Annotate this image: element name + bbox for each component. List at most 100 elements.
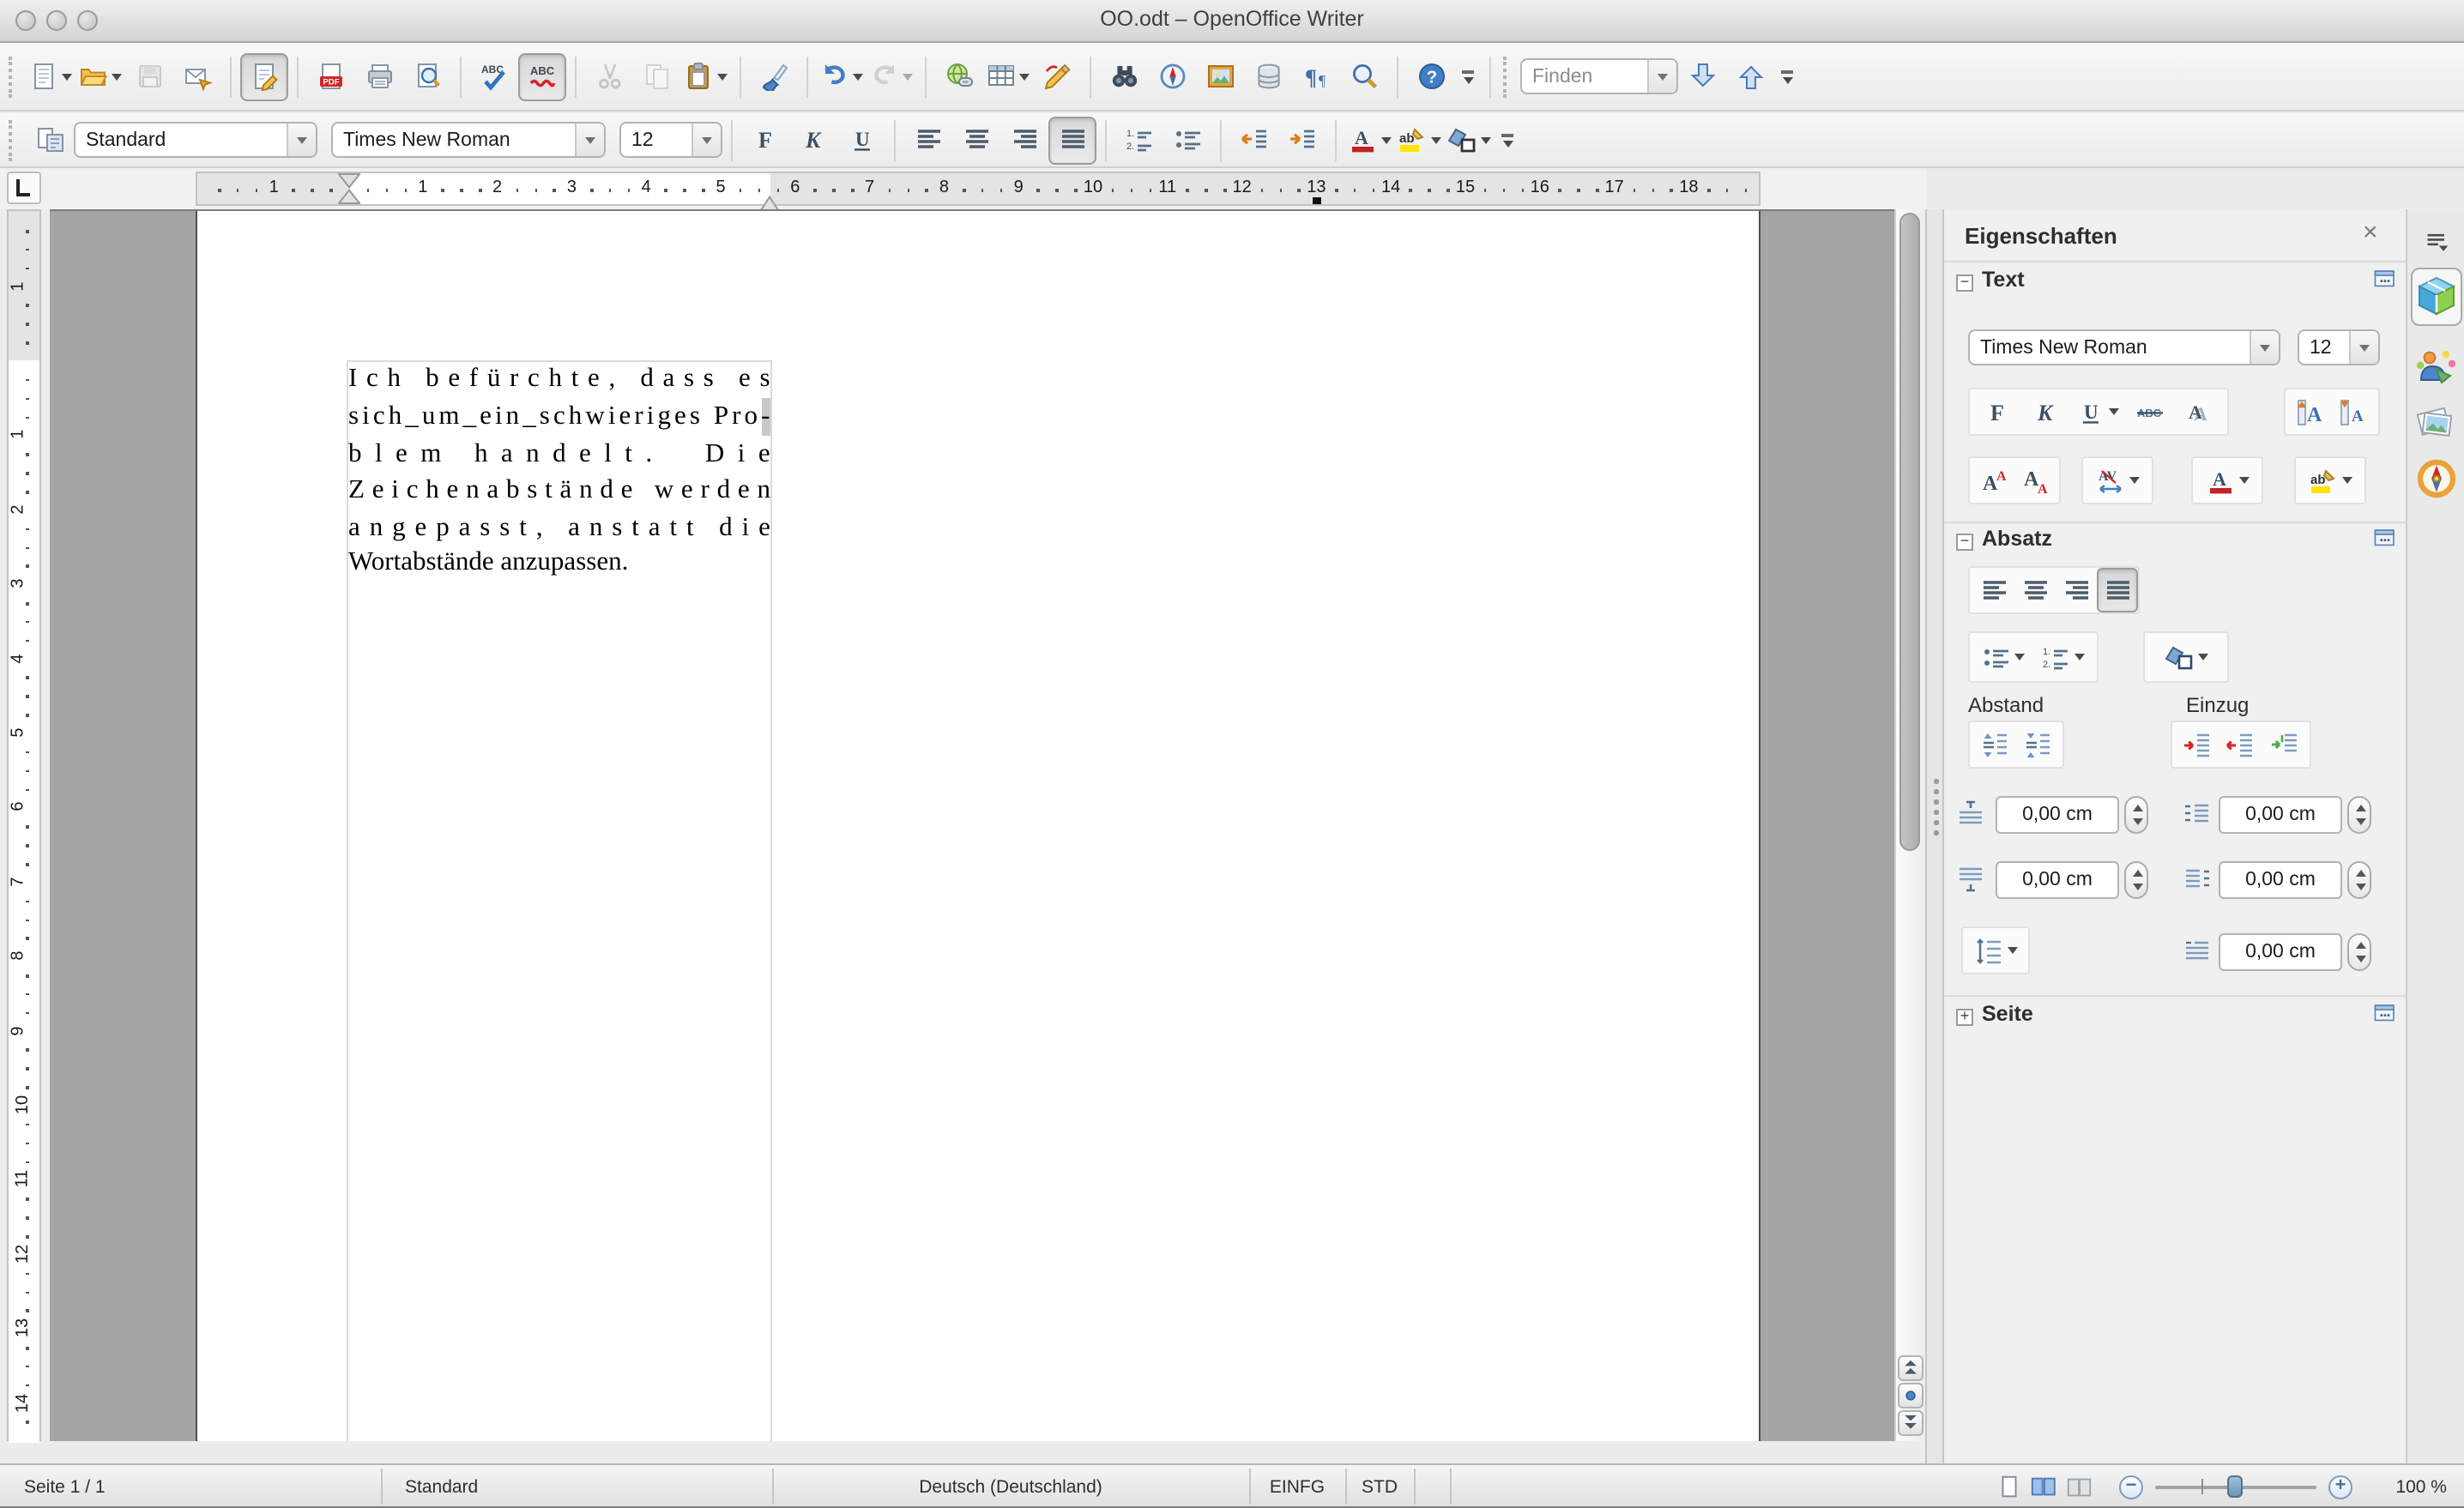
font-name-combo-dropdown-icon[interactable] bbox=[575, 124, 604, 156]
change-case-button[interactable]: AA bbox=[2178, 389, 2219, 434]
zoom-in-button[interactable]: + bbox=[2328, 1475, 2352, 1499]
grow-font-button[interactable]: A bbox=[2290, 389, 2331, 434]
paste-button[interactable] bbox=[681, 52, 731, 100]
document-text[interactable]: Ich befürchte, dass e s s i c h _ u m _ e i n _ s c h w i e… bbox=[348, 360, 770, 585]
nav-dot-button[interactable] bbox=[1898, 1383, 1923, 1408]
italic-button[interactable]: K bbox=[789, 116, 837, 164]
spacing-decrease-button[interactable] bbox=[2017, 722, 2058, 767]
new-document-button[interactable] bbox=[26, 52, 75, 100]
ordered-list-button[interactable]: 1. 2. bbox=[1115, 116, 1163, 164]
collapse-section-icon[interactable]: − bbox=[1956, 274, 1973, 292]
spacing-above-spinner[interactable] bbox=[2124, 796, 2148, 834]
sidebar-tab-properties-cube[interactable] bbox=[2414, 274, 2459, 319]
send-email-button[interactable] bbox=[173, 52, 221, 100]
toolbar-overflow-button[interactable] bbox=[1781, 69, 1793, 83]
bold-button[interactable]: F bbox=[1978, 389, 2019, 434]
document-page[interactable]: Ich befürchte, dass e s s i c h _ u m _ e i n _ s c h w i e… bbox=[196, 211, 1760, 1441]
sidebar-tab-navigator-compass[interactable] bbox=[2414, 456, 2459, 501]
unordered-list-dropdown-icon[interactable] bbox=[2014, 654, 2025, 661]
view-single-page-button[interactable] bbox=[1994, 1465, 2025, 1508]
data-sources-button[interactable] bbox=[1244, 52, 1292, 100]
font-size-combo[interactable]: 12 bbox=[619, 122, 722, 158]
status-selection-mode[interactable]: STD bbox=[1345, 1465, 1414, 1508]
redo-button[interactable] bbox=[867, 52, 916, 100]
edit-file-button[interactable] bbox=[240, 52, 288, 100]
indent-after-field[interactable]: 0,00 cm bbox=[2219, 861, 2342, 899]
sidebar-splitter[interactable] bbox=[1925, 209, 1944, 1463]
view-multi-page-button[interactable] bbox=[2028, 1465, 2059, 1508]
spelling-button[interactable]: ABC bbox=[470, 52, 518, 100]
draw-functions-button[interactable] bbox=[1033, 52, 1081, 100]
align-left-button[interactable] bbox=[904, 116, 952, 164]
highlight-color-dropdown-icon[interactable] bbox=[2341, 477, 2352, 484]
align-center-button[interactable] bbox=[2014, 568, 2056, 612]
toolbar-overflow-button[interactable] bbox=[1501, 133, 1513, 147]
background-color-button[interactable] bbox=[1445, 116, 1495, 164]
dialog-launcher-button[interactable] bbox=[2373, 268, 2397, 300]
underline-dropdown-icon[interactable] bbox=[2109, 408, 2120, 415]
auto-spellcheck-button[interactable]: ABC bbox=[518, 52, 566, 100]
find-input[interactable]: Finden bbox=[1520, 58, 1678, 94]
find-replace-button[interactable] bbox=[1100, 52, 1148, 100]
align-right-button[interactable] bbox=[2056, 568, 2097, 612]
view-book-button[interactable] bbox=[2064, 1465, 2095, 1508]
zoom-out-button[interactable]: − bbox=[2119, 1475, 2143, 1499]
underline-button[interactable]: U bbox=[837, 116, 885, 164]
styles-button[interactable] bbox=[26, 116, 74, 164]
font-color-button[interactable]: A bbox=[1345, 116, 1395, 164]
align-right-button[interactable] bbox=[1000, 116, 1048, 164]
area-fill-dropdown-icon[interactable] bbox=[2197, 654, 2207, 661]
zoom-button[interactable] bbox=[1340, 52, 1388, 100]
open-button[interactable] bbox=[75, 52, 125, 100]
font-name-combo[interactable]: Times New Roman bbox=[331, 122, 606, 158]
horizontal-ruler[interactable]: 1 1 2 3 4 5 6 7 8 9 10 11 12 13 14 15 16 17 18 bbox=[196, 172, 1760, 211]
font-color-dropdown-icon[interactable] bbox=[1381, 136, 1392, 143]
undo-dropdown-icon[interactable] bbox=[853, 73, 863, 80]
export-pdf-button[interactable]: PDF bbox=[307, 52, 355, 100]
sidebar-tab-gallery-photos[interactable] bbox=[2414, 401, 2459, 446]
status-page-style[interactable]: Standard bbox=[381, 1465, 748, 1508]
sidebar-font-size-combo[interactable]: 12 bbox=[2298, 329, 2380, 365]
bold-button[interactable]: F bbox=[741, 116, 789, 164]
cut-button[interactable] bbox=[585, 52, 633, 100]
sidebar-font-name-combo[interactable]: Times New Roman bbox=[1968, 329, 2280, 365]
status-language[interactable]: Deutsch (Deutschland) bbox=[772, 1465, 1249, 1508]
status-page-count[interactable]: Seite 1 / 1 bbox=[0, 1465, 384, 1508]
dialog-launcher-button[interactable] bbox=[2373, 1002, 2397, 1034]
font-size-combo-dropdown-icon[interactable] bbox=[691, 124, 721, 156]
paragraph-style-combo-dropdown-icon[interactable] bbox=[287, 124, 316, 156]
nav-previous-button[interactable] bbox=[1898, 1355, 1923, 1381]
line-spacing-dropdown-icon[interactable] bbox=[2007, 947, 2017, 954]
area-fill-button[interactable] bbox=[2163, 635, 2209, 679]
dialog-launcher-button[interactable] bbox=[2373, 527, 2397, 559]
font-color-dropdown-icon[interactable] bbox=[2238, 477, 2249, 484]
align-left-button[interactable] bbox=[1973, 568, 2014, 612]
left-indent-marker[interactable] bbox=[335, 173, 361, 213]
page-preview-button[interactable] bbox=[403, 52, 451, 100]
font-color-button[interactable]: A bbox=[2204, 458, 2250, 503]
hanging-indent-button[interactable] bbox=[2264, 722, 2305, 767]
ordered-list-button[interactable]: 1. 2. bbox=[2040, 635, 2087, 679]
indent-before-spinner[interactable] bbox=[2347, 796, 2371, 834]
find-up-button[interactable] bbox=[1726, 52, 1774, 100]
new-document-dropdown-icon[interactable] bbox=[62, 73, 72, 80]
open-dropdown-icon[interactable] bbox=[112, 73, 122, 80]
sidebar-menu-button[interactable] bbox=[2414, 220, 2459, 264]
table-dropdown-icon[interactable] bbox=[1019, 73, 1030, 80]
status-zoom-level[interactable]: 100 % bbox=[2364, 1465, 2447, 1508]
save-button[interactable] bbox=[125, 52, 173, 100]
nav-next-button[interactable] bbox=[1898, 1410, 1923, 1436]
sidebar-font-name-combo-dropdown-icon[interactable] bbox=[2250, 331, 2279, 364]
table-button[interactable] bbox=[983, 52, 1033, 100]
paste-dropdown-icon[interactable] bbox=[717, 73, 728, 80]
hyperlink-button[interactable] bbox=[935, 52, 983, 100]
shrink-font-button[interactable]: A bbox=[2333, 389, 2374, 434]
help-button[interactable]: ? bbox=[1407, 52, 1455, 100]
print-button[interactable] bbox=[355, 52, 403, 100]
tab-stop-type-selector[interactable] bbox=[7, 172, 41, 204]
find-input-dropdown-icon[interactable] bbox=[1647, 60, 1676, 93]
superscript-button[interactable]: AA bbox=[1973, 458, 2014, 503]
spacing-above-field[interactable]: 0,00 cm bbox=[1996, 796, 2119, 834]
highlight-color-button[interactable]: ab bbox=[1395, 116, 1445, 164]
find-down-button[interactable] bbox=[1678, 52, 1726, 100]
